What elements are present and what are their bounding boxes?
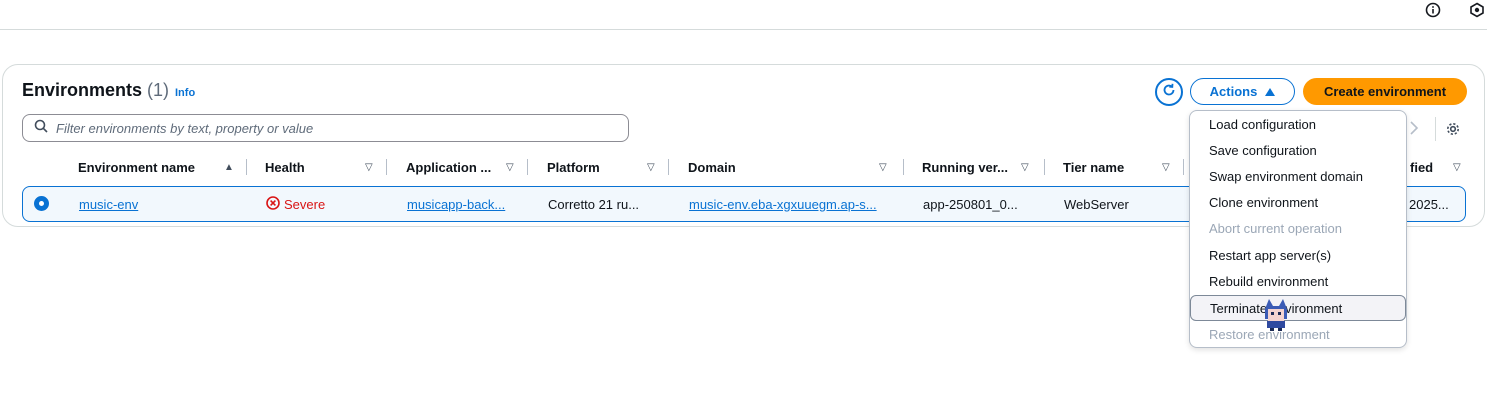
menu-item-load-configuration[interactable]: Load configuration (1190, 111, 1406, 137)
menu-item-abort-current-operation: Abort current operation (1209, 220, 1342, 236)
column-label: Health (265, 159, 305, 175)
environment-name-link[interactable]: music-env (79, 187, 249, 221)
column-header-tier-name[interactable]: Tier name ▽ (1063, 155, 1188, 179)
health-status: Severe (266, 187, 386, 221)
sort-icon: ▽ (365, 161, 373, 173)
column-divider (903, 159, 904, 175)
page-title: Environments (1) (22, 80, 169, 101)
column-label: fied (1410, 159, 1434, 175)
sort-icon: ▽ (1162, 161, 1170, 173)
application-link[interactable]: musicapp-back... (407, 187, 519, 221)
info-circle-icon[interactable] (1425, 2, 1441, 18)
column-label: Application ... (406, 159, 492, 175)
toolbar-divider (1435, 117, 1436, 141)
column-header-health[interactable]: Health ▽ (265, 155, 385, 179)
info-link[interactable]: Info (175, 87, 195, 99)
sort-ascending-icon: ▲ (224, 161, 234, 173)
actions-button-label: Actions (1209, 84, 1258, 99)
cursor-sprite (1261, 297, 1291, 331)
sort-icon: ▽ (1021, 161, 1029, 173)
column-header-platform[interactable]: Platform ▽ (547, 155, 667, 179)
menu-item-rebuild-environment[interactable]: Rebuild environment (1190, 268, 1406, 294)
actions-button[interactable]: Actions (1190, 78, 1295, 105)
error-circle-icon (266, 195, 280, 213)
column-label: Tier name (1063, 159, 1125, 175)
menu-item-save-configuration[interactable]: Save configuration (1190, 137, 1406, 163)
menu-item-clone-environment[interactable]: Clone environment (1190, 189, 1406, 215)
column-divider (527, 159, 528, 175)
actions-dropdown-menu: Load configuration Save configuration Sw… (1189, 110, 1407, 348)
column-header-application[interactable]: Application ... ▽ (406, 155, 518, 179)
caret-up-icon (1265, 84, 1276, 99)
panel-title: Environments (22, 80, 143, 100)
create-environment-button[interactable]: Create environment (1303, 78, 1467, 105)
row-radio-button[interactable] (34, 196, 49, 211)
column-header-environment-name[interactable]: Environment name ▲ (78, 155, 248, 179)
menu-item-swap-environment-domain[interactable]: Swap environment domain (1190, 163, 1406, 189)
refresh-button[interactable] (1155, 78, 1183, 106)
column-header-domain[interactable]: Domain ▽ (688, 155, 898, 179)
column-divider (246, 159, 247, 175)
sort-icon: ▽ (1453, 161, 1461, 173)
sort-icon: ▽ (879, 161, 887, 173)
refresh-icon (1161, 82, 1177, 103)
domain-link[interactable]: music-env.eba-xgxuuegm.ap-s... (689, 187, 889, 221)
filter-input[interactable] (56, 120, 596, 136)
platform-cell: Corretto 21 ru... (548, 196, 640, 212)
column-header-running-version[interactable]: Running ver... ▽ (922, 155, 1034, 179)
column-label: Environment name (78, 159, 196, 175)
gear-icon[interactable] (1445, 121, 1461, 142)
filter-input-wrapper[interactable] (22, 114, 629, 142)
top-bar (0, 0, 1487, 30)
last-modified-cell: 2025... (1409, 196, 1449, 212)
sort-icon: ▽ (647, 161, 655, 173)
menu-item-restore-environment: Restore environment (1209, 326, 1330, 342)
menu-item-restart-app-servers[interactable]: Restart app server(s) (1190, 242, 1406, 268)
tier-name-cell: WebServer (1064, 196, 1129, 212)
sort-icon: ▽ (506, 161, 514, 173)
column-label: Domain (688, 159, 736, 175)
hexagon-icon[interactable] (1469, 2, 1485, 18)
chevron-right-icon[interactable] (1409, 121, 1419, 140)
search-icon (34, 119, 48, 138)
column-header-last-modified[interactable]: fied ▽ (1410, 155, 1466, 179)
environment-count: (1) (147, 80, 170, 100)
column-divider (1044, 159, 1045, 175)
column-label: Running ver... (922, 159, 1008, 175)
column-label: Platform (547, 159, 600, 175)
health-label: Severe (284, 196, 326, 212)
column-divider (386, 159, 387, 175)
column-divider (668, 159, 669, 175)
menu-item-terminate-environment[interactable]: Terminate environment (1190, 295, 1406, 321)
column-divider (1183, 159, 1184, 175)
running-version-cell: app-250801_0... (923, 196, 1018, 212)
